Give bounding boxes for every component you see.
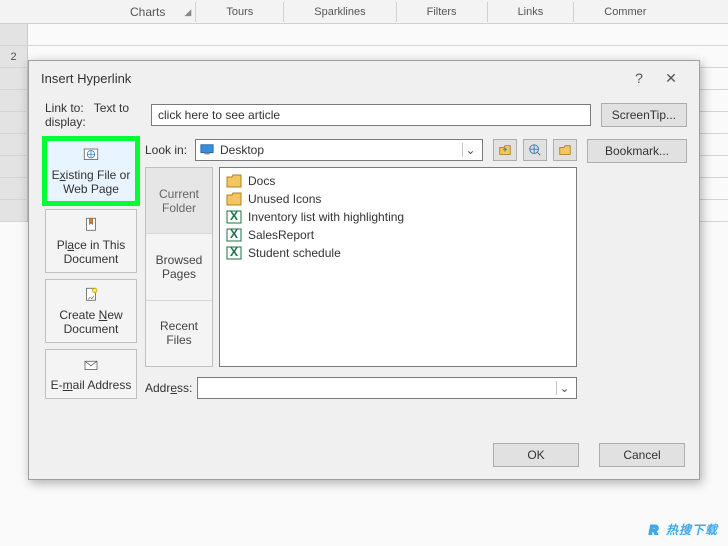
tab-browsed-pages[interactable]: Browsed Pages: [146, 234, 212, 300]
linkto-label: Existing File or Web Page: [52, 168, 131, 196]
linkto-label: Create New Document: [59, 308, 122, 336]
svg-text:X: X: [230, 228, 238, 241]
web-page-icon: [82, 146, 100, 164]
ribbon-group-comments[interactable]: Commer: [574, 6, 676, 18]
linkto-existing-file-web-page[interactable]: Existing File or Web Page: [45, 139, 137, 203]
look-in-label: Look in:: [145, 143, 195, 157]
ribbon-group-sparklines[interactable]: Sparklines: [284, 6, 395, 18]
browse-web-button[interactable]: [523, 139, 547, 161]
list-item[interactable]: X Inventory list with highlighting: [226, 208, 570, 226]
address-label: Address:: [145, 381, 197, 395]
list-item[interactable]: Unused Icons: [226, 190, 570, 208]
address-combo[interactable]: ⌄: [197, 377, 577, 399]
excel-file-icon: X: [226, 210, 242, 224]
dialog-launcher-icon[interactable]: ◢: [184, 7, 191, 18]
look-in-value: Desktop: [220, 143, 462, 157]
dialog-title: Insert Hyperlink: [41, 71, 623, 86]
folder-open-icon: [558, 143, 572, 157]
chevron-down-icon[interactable]: ⌄: [556, 381, 572, 395]
ribbon-group-charts[interactable]: Charts◢: [100, 5, 195, 19]
cancel-button[interactable]: Cancel: [599, 443, 685, 467]
browse-mode-tabs: Current Folder Browsed Pages Recent File…: [145, 167, 213, 367]
svg-text:X: X: [230, 246, 238, 259]
linkto-place-in-document[interactable]: Place in This Document: [45, 209, 137, 273]
text-to-display-input[interactable]: [151, 104, 591, 126]
linkto-create-new-document[interactable]: Create New Document: [45, 279, 137, 343]
excel-file-icon: X: [226, 228, 242, 242]
watermark: R 热搜下载: [649, 514, 718, 540]
svg-text:X: X: [230, 210, 238, 223]
document-bookmark-icon: [82, 216, 100, 234]
ok-button[interactable]: OK: [493, 443, 579, 467]
linkto-label: E-mail Address: [51, 378, 132, 392]
tab-current-folder[interactable]: Current Folder: [146, 168, 212, 234]
list-item[interactable]: X Student schedule: [226, 244, 570, 262]
file-name: Docs: [248, 174, 275, 188]
file-name: Unused Icons: [248, 192, 321, 206]
bookmark-button[interactable]: Bookmark...: [587, 139, 687, 163]
screentip-button[interactable]: ScreenTip...: [601, 103, 687, 127]
ribbon-group-tours[interactable]: Tours: [196, 6, 283, 18]
new-document-icon: [82, 286, 100, 304]
linkto-label: Place in This Document: [57, 238, 126, 266]
link-to-sidebar: Existing File or Web Page Place in This …: [45, 139, 137, 399]
tab-recent-files[interactable]: Recent Files: [146, 301, 212, 366]
ribbon: Charts◢ Tours Sparklines Filters Links C…: [0, 0, 728, 24]
up-folder-button[interactable]: [493, 139, 517, 161]
globe-search-icon: [528, 143, 542, 157]
list-item[interactable]: X SalesReport: [226, 226, 570, 244]
file-name: Student schedule: [248, 246, 341, 260]
close-button[interactable]: ✕: [655, 70, 687, 87]
file-name: SalesReport: [248, 228, 314, 242]
file-name: Inventory list with highlighting: [248, 210, 404, 224]
folder-icon: [226, 174, 242, 188]
browse-file-button[interactable]: [553, 139, 577, 161]
ribbon-group-filters[interactable]: Filters: [397, 6, 487, 18]
folder-icon: [226, 192, 242, 206]
excel-file-icon: X: [226, 246, 242, 260]
ribbon-group-links[interactable]: Links: [488, 6, 574, 18]
insert-hyperlink-dialog: Insert Hyperlink ? ✕ Link to: TeText to …: [28, 60, 700, 480]
folder-up-icon: [498, 143, 512, 157]
help-button[interactable]: ?: [623, 70, 655, 86]
desktop-icon: [200, 143, 214, 157]
titlebar: Insert Hyperlink ? ✕: [29, 61, 699, 95]
email-icon: [82, 356, 100, 374]
chevron-down-icon[interactable]: ⌄: [462, 143, 478, 157]
look-in-combo[interactable]: Desktop ⌄: [195, 139, 483, 161]
linkto-email-address[interactable]: E-mail Address: [45, 349, 137, 399]
file-list[interactable]: Docs Unused Icons X Inventory list with …: [219, 167, 577, 367]
list-item[interactable]: Docs: [226, 172, 570, 190]
link-to-label: Link to: Te: [45, 101, 106, 115]
